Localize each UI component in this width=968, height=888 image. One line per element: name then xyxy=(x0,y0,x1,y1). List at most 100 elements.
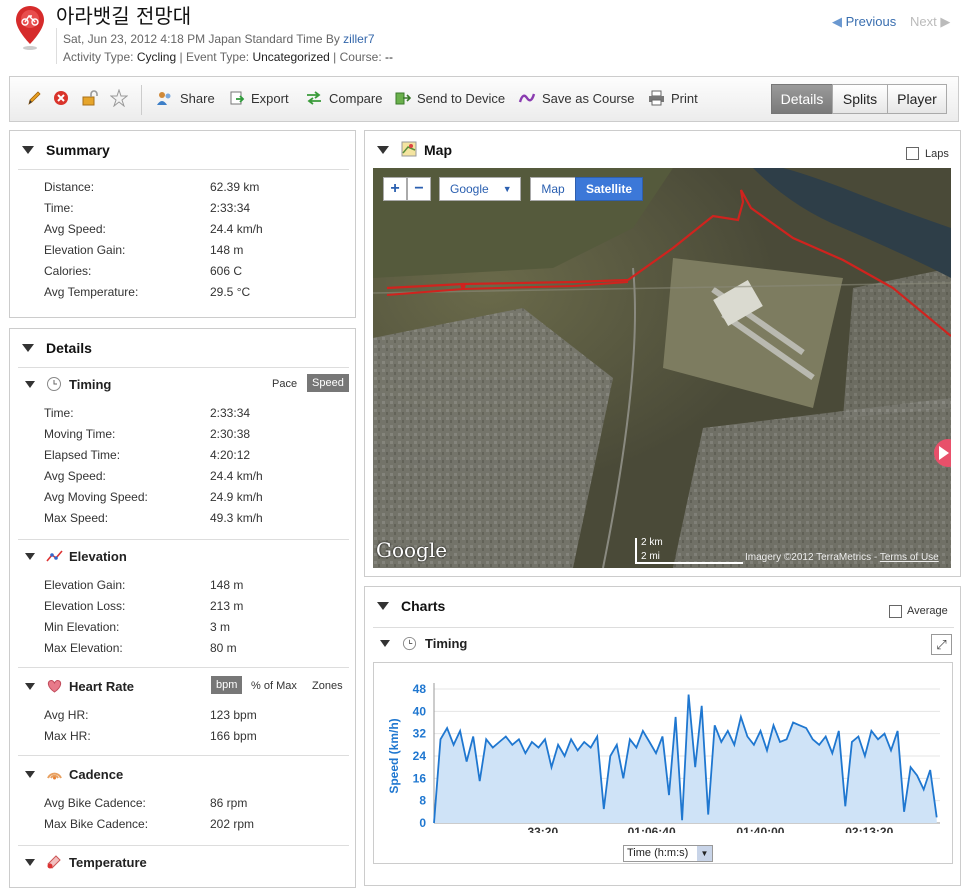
x-tick-label: 01:40:00 xyxy=(736,825,784,833)
collapse-triangle-icon[interactable] xyxy=(25,381,35,388)
clock-icon xyxy=(47,377,61,391)
pace-toggle[interactable]: Pace xyxy=(268,376,301,392)
divider xyxy=(18,845,349,846)
lock-icon[interactable] xyxy=(81,89,99,107)
imagery-credit: Imagery ©2012 TerraMetrics - xyxy=(745,552,880,563)
stat-value: 62.39 km xyxy=(210,180,260,194)
edit-pencil-icon[interactable] xyxy=(26,89,42,107)
stat-value: 2:33:34 xyxy=(210,406,251,420)
author-link[interactable]: ziller7 xyxy=(343,32,374,46)
print-button[interactable]: Print xyxy=(648,90,698,106)
activity-type-value[interactable]: Cycling xyxy=(137,50,176,64)
speed-toggle[interactable]: Speed xyxy=(307,374,349,392)
share-button[interactable]: Share xyxy=(156,90,215,106)
collapse-triangle-icon[interactable] xyxy=(380,640,390,647)
save-as-course-button[interactable]: Save as Course xyxy=(518,90,635,106)
stat-value: 2:33:34 xyxy=(210,201,251,215)
stat-value: 606 C xyxy=(210,264,243,278)
stat-value: 213 m xyxy=(210,599,244,613)
share-label: Share xyxy=(180,90,215,106)
expand-chart-icon[interactable]: ⤢ xyxy=(931,634,952,655)
zoom-in-button[interactable]: + xyxy=(383,177,407,201)
collapse-triangle-icon[interactable] xyxy=(25,553,35,560)
details-title: Details xyxy=(46,340,92,356)
x-tick-label: 02:13:20 xyxy=(845,825,893,833)
scale-mi: 2 mi xyxy=(641,551,660,562)
satellite-map[interactable]: + − Google ▼ Map Satellite Google 2 km 2 … xyxy=(373,168,951,568)
x-tick-label: 33:20 xyxy=(527,825,558,833)
stat-label: Moving Time: xyxy=(44,427,116,441)
stat-value: 2:30:38 xyxy=(210,427,251,441)
activity-title[interactable]: 아라뱃길 전망대 xyxy=(56,0,191,29)
tab-player[interactable]: Player xyxy=(887,84,947,114)
stat-label: Elevation Gain: xyxy=(44,578,126,592)
divider xyxy=(18,539,349,540)
laps-label: Laps xyxy=(925,148,949,160)
zoom-out-button[interactable]: − xyxy=(407,177,431,201)
y-tick-label: 32 xyxy=(413,727,427,741)
previous-label: Previous xyxy=(845,14,897,29)
delete-icon[interactable] xyxy=(53,89,69,107)
divider xyxy=(373,627,954,628)
course-path-icon xyxy=(518,93,536,103)
event-type-value[interactable]: Uncategorized xyxy=(252,50,329,64)
save-as-course-label: Save as Course xyxy=(542,90,635,106)
next-link[interactable]: Next ▶ xyxy=(910,14,950,30)
collapse-triangle-icon[interactable] xyxy=(377,146,389,154)
collapse-triangle-icon[interactable] xyxy=(22,344,34,352)
previous-link[interactable]: ◀ Previous xyxy=(832,14,896,30)
stat-label: Elapsed Time: xyxy=(44,448,121,462)
collapse-triangle-icon[interactable] xyxy=(22,146,34,154)
stat-label: Avg Temperature: xyxy=(44,285,139,299)
chart-timing-title: Timing xyxy=(425,636,468,651)
cadence-title: Cadence xyxy=(69,767,124,782)
elevation-title: Elevation xyxy=(69,549,127,564)
stat-value: 24.9 km/h xyxy=(210,490,263,504)
stat-label: Avg Bike Cadence: xyxy=(44,796,146,810)
satellite-view-button[interactable]: Satellite xyxy=(575,177,643,201)
stat-value: 148 m xyxy=(210,578,244,592)
dropdown-arrow-icon: ▼ xyxy=(697,846,712,861)
course-value[interactable]: -- xyxy=(385,50,393,64)
stat-label: Distance: xyxy=(44,180,95,194)
stat-label: Time: xyxy=(44,201,74,215)
collapse-triangle-icon[interactable] xyxy=(25,859,35,866)
map-view-button[interactable]: Map xyxy=(530,177,576,201)
bpm-toggle[interactable]: bpm xyxy=(211,676,243,694)
tab-details[interactable]: Details xyxy=(771,84,833,114)
stat-value: 202 rpm xyxy=(210,817,255,831)
stat-value: 148 m xyxy=(210,243,244,257)
send-to-device-button[interactable]: Send to Device xyxy=(394,90,505,106)
speed-chart: 0 8 16 24 32 40 48 33:20 01:06:40 01:40:00 02:13:2… xyxy=(373,662,953,864)
export-label: Export xyxy=(251,90,289,106)
tab-splits[interactable]: Splits xyxy=(832,84,888,114)
speed-chart-plot: 0 8 16 24 32 40 48 33:20 01:06:40 01:40:00 02:13:2… xyxy=(387,682,940,839)
stat-label: Min Elevation: xyxy=(44,620,120,634)
average-checkbox[interactable] xyxy=(889,605,902,618)
stat-label: Max Elevation: xyxy=(44,641,123,655)
zones-toggle[interactable]: Zones xyxy=(308,678,347,694)
compare-icon xyxy=(307,91,321,105)
collapse-triangle-icon[interactable] xyxy=(25,771,35,778)
event-type-label: | Event Type: xyxy=(176,50,253,64)
toolbar-divider xyxy=(141,85,142,115)
activity-toolbar: Share Export Compare Send to Device Save… xyxy=(9,76,959,122)
export-button[interactable]: Export xyxy=(229,90,289,106)
course-label: | Course: xyxy=(329,50,385,64)
share-people-icon xyxy=(157,92,171,105)
stat-value: 123 bpm xyxy=(210,708,257,722)
stat-label: Max Bike Cadence: xyxy=(44,817,149,831)
collapse-triangle-icon[interactable] xyxy=(25,683,35,690)
collapse-triangle-icon[interactable] xyxy=(377,602,389,610)
send-to-device-label: Send to Device xyxy=(417,90,506,106)
stat-value: 29.5 °C xyxy=(210,285,251,299)
percent-of-max-toggle[interactable]: % of Max xyxy=(247,678,301,694)
compare-button[interactable]: Compare xyxy=(305,90,382,106)
scale-km: 2 km xyxy=(641,537,663,548)
terms-of-use-link[interactable]: Terms of Use xyxy=(880,552,939,563)
laps-checkbox[interactable] xyxy=(906,147,919,160)
x-axis-select[interactable]: Time (h:m:s) ▼ xyxy=(623,845,713,862)
y-tick-label: 48 xyxy=(413,682,427,696)
star-icon[interactable] xyxy=(110,89,128,107)
map-provider-select[interactable]: Google ▼ xyxy=(439,177,521,201)
